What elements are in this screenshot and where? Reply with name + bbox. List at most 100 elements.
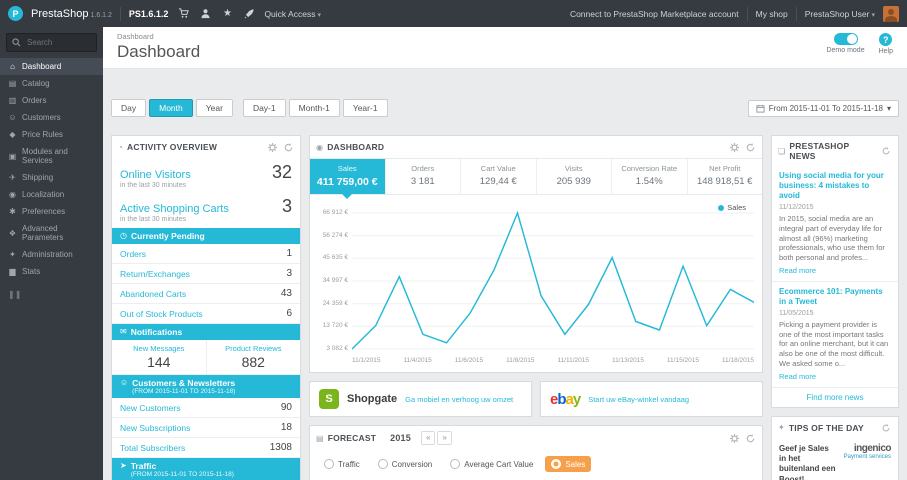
- news-article-title[interactable]: Ecommerce 101: Payments in a Tweet: [779, 287, 891, 307]
- sidebar-item-administration[interactable]: ✦ Administration: [0, 246, 103, 263]
- refresh-icon[interactable]: [744, 432, 756, 444]
- forecast-next-button[interactable]: »: [437, 431, 452, 445]
- help-control[interactable]: ? Help: [879, 33, 893, 55]
- radio-icon: [324, 459, 334, 469]
- breadcrumb: Dashboard: [117, 32, 154, 41]
- tab-month[interactable]: Month: [149, 99, 193, 117]
- gear-icon[interactable]: [728, 141, 740, 153]
- sidebar-item-dashboard[interactable]: ⌂ Dashboard: [0, 58, 103, 75]
- forecast-icon: ▤: [316, 433, 324, 443]
- kpi-conversion-rate[interactable]: Conversion Rate 1.54%: [611, 159, 687, 194]
- panel-title: Dashboard: [327, 142, 385, 152]
- tab-year-minus-1[interactable]: Year-1: [342, 99, 388, 117]
- row-link[interactable]: Return/Exchanges: [120, 269, 190, 279]
- forecast-panel: ▤ Forecast 2015 « » Traffic Conversio: [309, 425, 763, 480]
- shopgate-link[interactable]: Ga mobiel en verhoog uw omzet: [405, 395, 513, 404]
- currently-pending-header: ◷ Currently Pending: [112, 228, 300, 244]
- tab-month-minus-1[interactable]: Month-1: [288, 99, 340, 117]
- forecast-option-average-cart-value[interactable]: Average Cart Value: [444, 456, 539, 472]
- traffic-header: ➤ Traffic (FROM 2015-11-01 TO 2015-11-18): [112, 458, 300, 480]
- sidebar-item-modules[interactable]: ▣ Modules and Services: [0, 143, 103, 169]
- cart-icon[interactable]: [176, 7, 190, 21]
- prestashop-logo[interactable]: P: [8, 6, 23, 21]
- search-input[interactable]: [25, 37, 91, 48]
- star-icon[interactable]: ★: [220, 7, 234, 21]
- forecast-option-sales[interactable]: Sales: [545, 456, 592, 472]
- online-visitors-link[interactable]: Online Visitors: [120, 169, 191, 181]
- panel-title: Tips of the day: [788, 422, 864, 433]
- new-messages-stat[interactable]: New Messages 144: [112, 340, 206, 374]
- sidebar-collapse-button[interactable]: ❚❚: [0, 280, 103, 309]
- shop-version: PS1.6.1.2: [128, 8, 169, 19]
- user-menu[interactable]: PrestaShop User ▾: [805, 9, 875, 19]
- radio-icon: [377, 459, 388, 469]
- sidebar-item-localization[interactable]: ◉ Localization: [0, 186, 103, 203]
- row-link[interactable]: New Customers: [120, 403, 180, 413]
- kpi-cart-value[interactable]: Cart Value 129,44 €: [460, 159, 536, 194]
- tips-body: Geef je Sales in het buitenland een Boos…: [772, 439, 898, 480]
- find-more-news-link[interactable]: Find more news: [772, 388, 898, 407]
- forecast-option-conversion[interactable]: Conversion: [372, 456, 438, 472]
- sidebar-item-orders[interactable]: ▥ Orders: [0, 92, 103, 109]
- stats-icon: ▆: [9, 267, 16, 276]
- refresh-icon[interactable]: [744, 141, 756, 153]
- tab-day-minus-1[interactable]: Day-1: [242, 99, 286, 117]
- tab-day[interactable]: Day: [111, 99, 147, 117]
- sidebar-item-advanced-parameters[interactable]: ❖ Advanced Parameters: [0, 220, 103, 246]
- help-label: Help: [878, 48, 893, 55]
- employee-icon[interactable]: [198, 7, 212, 21]
- clock-icon: ◷: [120, 231, 127, 240]
- refresh-icon[interactable]: [880, 422, 892, 434]
- chart-x-axis: 11/1/2015 11/4/2015 11/6/2015 11/8/2015 11/1…: [352, 357, 754, 364]
- date-range-subtitle: (FROM 2015-11-01 TO 2015-11-18): [132, 388, 236, 395]
- forecast-option-traffic[interactable]: Traffic: [318, 456, 366, 472]
- sales-line-chart: [352, 210, 754, 350]
- ebay-link[interactable]: Start uw eBay-winkel vandaag: [588, 395, 689, 404]
- read-more-link[interactable]: Read more: [779, 266, 891, 275]
- demo-mode-toggle[interactable]: [833, 33, 858, 45]
- quick-access-menu[interactable]: Quick Access ▾: [264, 9, 321, 19]
- kpi-sales[interactable]: Sales 411 759,00 €: [310, 159, 385, 199]
- customers-newsletters-header: ☺ Customers & Newsletters (FROM 2015-11-0…: [112, 375, 300, 398]
- sidebar-item-shipping[interactable]: ✈ Shipping: [0, 169, 103, 186]
- activity-overview-panel: ◔ Activity overview Online Visitors 32: [111, 135, 301, 480]
- home-icon: ⌂: [10, 62, 15, 71]
- marketplace-link[interactable]: Connect to PrestaShop Marketplace accoun…: [570, 9, 739, 19]
- gear-icon[interactable]: [728, 432, 740, 444]
- kpi-orders[interactable]: Orders 3 181: [384, 159, 461, 194]
- refresh-icon[interactable]: [881, 145, 892, 157]
- my-shop-link[interactable]: My shop: [756, 9, 788, 19]
- customers-row-new-subscriptions: New Subscriptions 18: [112, 418, 300, 438]
- row-link[interactable]: Total Subscribers: [120, 443, 185, 453]
- prestashop-news-panel: ❏ PrestaShop News Using social media for…: [771, 135, 899, 408]
- forecast-prev-button[interactable]: «: [420, 431, 436, 445]
- date-range-button[interactable]: From 2015-11-01 To 2015-11-18 ▾: [747, 99, 899, 117]
- row-link[interactable]: New Subscriptions: [120, 423, 190, 433]
- sidebar-item-catalog[interactable]: ▤ Catalog: [0, 75, 103, 92]
- chart-legend-sales[interactable]: Sales: [718, 203, 746, 212]
- sidebar-item-price-rules[interactable]: ◆ Price Rules: [0, 126, 103, 143]
- active-carts-link[interactable]: Active Shopping Carts: [120, 203, 229, 215]
- sidebar-item-customers[interactable]: ☺ Customers: [0, 109, 103, 126]
- row-link[interactable]: Orders: [120, 249, 146, 259]
- catalog-icon: ▤: [8, 79, 17, 88]
- row-link[interactable]: Out of Stock Products: [120, 309, 203, 319]
- kpi-net-profit[interactable]: Net Profit 148 918,51 €: [686, 159, 763, 194]
- rocket-icon[interactable]: [242, 7, 256, 21]
- shopgate-promo: S Shopgate Ga mobiel en verhoog uw omzet: [309, 381, 532, 417]
- tab-year[interactable]: Year: [195, 99, 233, 117]
- sidebar-item-preferences[interactable]: ✱ Preferences: [0, 203, 103, 220]
- demo-mode-control[interactable]: Demo mode: [826, 33, 865, 54]
- product-reviews-stat[interactable]: Product Reviews 882: [205, 340, 301, 374]
- avatar[interactable]: [883, 5, 899, 22]
- refresh-icon[interactable]: [282, 141, 294, 153]
- bell-icon: ✉: [120, 327, 127, 336]
- calendar-icon: [756, 104, 765, 113]
- news-article-title[interactable]: Using social media for your business: 4 …: [779, 171, 891, 201]
- help-icon[interactable]: ?: [879, 33, 893, 46]
- row-link[interactable]: Abandoned Carts: [120, 289, 186, 299]
- read-more-link[interactable]: Read more: [779, 372, 891, 381]
- kpi-visits[interactable]: Visits 205 939: [535, 159, 612, 194]
- sidebar-item-stats[interactable]: ▆ Stats: [0, 263, 103, 280]
- gear-icon[interactable]: [266, 141, 278, 153]
